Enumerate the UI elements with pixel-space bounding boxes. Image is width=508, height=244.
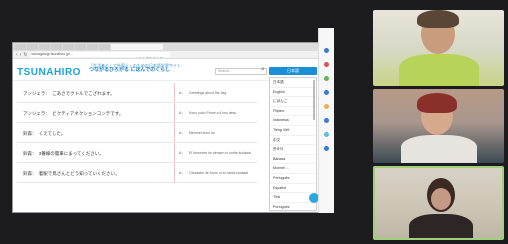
language-option[interactable]: Filipino bbox=[270, 107, 316, 117]
divider bbox=[174, 143, 175, 162]
browser-tab[interactable] bbox=[63, 44, 74, 50]
browser-tab[interactable] bbox=[15, 44, 26, 50]
browser-tab[interactable] bbox=[39, 44, 50, 50]
row-marker: A： bbox=[179, 151, 185, 155]
language-option[interactable]: Español bbox=[270, 184, 316, 194]
romaji-text: El kimonote ke densen ni nothe kudasai bbox=[189, 151, 251, 155]
row-marker: A： bbox=[179, 111, 185, 115]
extension-icon[interactable] bbox=[324, 62, 329, 67]
participant-face bbox=[431, 188, 451, 210]
language-option[interactable]: 한국어 bbox=[270, 145, 316, 155]
browser-tab-active[interactable]: TSUNAHIRO - つながるひろがる bbox=[111, 44, 163, 58]
dropdown-scrollbar[interactable] bbox=[313, 80, 315, 120]
language-option[interactable]: にほんご bbox=[270, 97, 316, 107]
browser-tab-bar: TSUNAHIRO - つながるひろがる bbox=[13, 43, 333, 58]
divider bbox=[174, 83, 175, 102]
tagline-line2: つながるひろがる にほんでのくらし bbox=[89, 67, 171, 73]
list-item[interactable]: 鈴森： くえてした。 A： Mehmet kono ko bbox=[17, 123, 257, 143]
language-dropdown[interactable]: 日本語 English にほんご Filipino Indonesia Tiến… bbox=[269, 77, 317, 213]
browser-tab[interactable] bbox=[99, 44, 110, 50]
site-logo[interactable]: TSUNAHIRO bbox=[17, 67, 81, 78]
browser-side-toolbar bbox=[318, 28, 334, 213]
back-icon[interactable]: ‹ bbox=[16, 52, 18, 58]
japanese-text: 鈴森： くえてした。 bbox=[23, 131, 66, 136]
row-marker: A： bbox=[179, 131, 185, 135]
language-option[interactable]: Indonesia bbox=[270, 116, 316, 126]
url-field[interactable]: tsunagarujp.tsunahiro.jp/... bbox=[29, 52, 170, 57]
language-option[interactable]: 中文 bbox=[270, 136, 316, 146]
participant-hair bbox=[417, 93, 457, 113]
extension-icon[interactable] bbox=[324, 104, 329, 109]
list-item[interactable]: 鈴森： 3番線の電車にまってください。 A： El kimonote ke de… bbox=[17, 143, 257, 163]
extension-icon[interactable] bbox=[324, 132, 329, 137]
divider bbox=[174, 123, 175, 142]
site-tagline: 「生活者として外国人」のための日本語学習サイト つながるひろがる にほんでのくら… bbox=[89, 63, 181, 73]
list-item[interactable]: アンジェラ： ビクティアネクションコンテです。 A： Kono yuko Pri… bbox=[17, 103, 257, 123]
participant-hair bbox=[417, 10, 459, 28]
shared-screen: TSUNAHIRO - つながるひろがる ‹ › ↻ tsunagarujp.t… bbox=[12, 42, 334, 213]
participant-video-tile[interactable] bbox=[373, 10, 504, 86]
browser-tab[interactable] bbox=[75, 44, 86, 50]
language-option[interactable]: Bahasa bbox=[270, 155, 316, 165]
dialogue-list: アンジェラ： ごあさでクトルでござれます。 A： Greetings about… bbox=[17, 83, 257, 183]
japanese-text: アンジェラ： ビクティアネクションコンテです。 bbox=[23, 111, 124, 116]
forward-icon[interactable]: › bbox=[20, 52, 22, 58]
romaji-text: Mehmet kono ko bbox=[189, 131, 215, 135]
address-bar: ‹ › ↻ tsunagarujp.tsunahiro.jp/... bbox=[13, 51, 333, 59]
participant-body bbox=[401, 135, 477, 163]
extension-icon[interactable] bbox=[324, 146, 329, 151]
extension-icon[interactable] bbox=[324, 90, 329, 95]
divider bbox=[174, 163, 175, 182]
japanese-text: 鈴森： 3番線の電車にまってください。 bbox=[23, 151, 104, 156]
participant-video-tile-active[interactable] bbox=[373, 166, 504, 240]
list-item[interactable]: 鈴森： 着駅で鳥さんとどう知っていください。 A： Ohuwabe de Kon… bbox=[17, 163, 257, 183]
language-option[interactable]: Tiếng Việt bbox=[270, 126, 316, 136]
extension-icon[interactable] bbox=[324, 48, 329, 53]
search-icon[interactable]: ⌕ bbox=[261, 66, 265, 74]
language-button[interactable]: 日本語 bbox=[269, 67, 317, 75]
list-item[interactable]: アンジェラ： ごあさでクトルでござれます。 A： Greetings about… bbox=[17, 83, 257, 103]
browser-tab[interactable] bbox=[51, 44, 62, 50]
language-option[interactable]: 日本語 bbox=[270, 78, 316, 88]
row-marker: A： bbox=[179, 171, 185, 175]
row-marker: A： bbox=[179, 91, 185, 95]
language-option[interactable]: Português bbox=[270, 203, 316, 213]
japanese-text: 鈴森： 着駅で鳥さんとどう知っていください。 bbox=[23, 171, 120, 176]
browser-tab[interactable] bbox=[27, 44, 38, 50]
japanese-text: アンジェラ： ごあさでクトルでござれます。 bbox=[23, 91, 115, 96]
language-option[interactable]: Monnie ... bbox=[270, 164, 316, 174]
participant-video-tile[interactable] bbox=[373, 89, 504, 163]
extension-icon[interactable] bbox=[324, 76, 329, 81]
language-option[interactable]: Português bbox=[270, 174, 316, 184]
romaji-text: Kono yuko Prime a Kono desu bbox=[189, 111, 237, 115]
romaji-text: Ohuwabe de Kono ni ko tanta kudasai bbox=[189, 171, 249, 175]
browser-tab[interactable] bbox=[87, 44, 98, 50]
romaji-text: Greetings about the day bbox=[189, 91, 227, 95]
language-option[interactable]: English bbox=[270, 88, 316, 98]
search-input[interactable]: Search... bbox=[215, 68, 267, 75]
reload-icon[interactable]: ↻ bbox=[23, 52, 27, 58]
divider bbox=[174, 103, 175, 122]
participant-body bbox=[409, 214, 473, 238]
participant-body bbox=[399, 54, 479, 86]
extension-icon[interactable] bbox=[324, 118, 329, 123]
